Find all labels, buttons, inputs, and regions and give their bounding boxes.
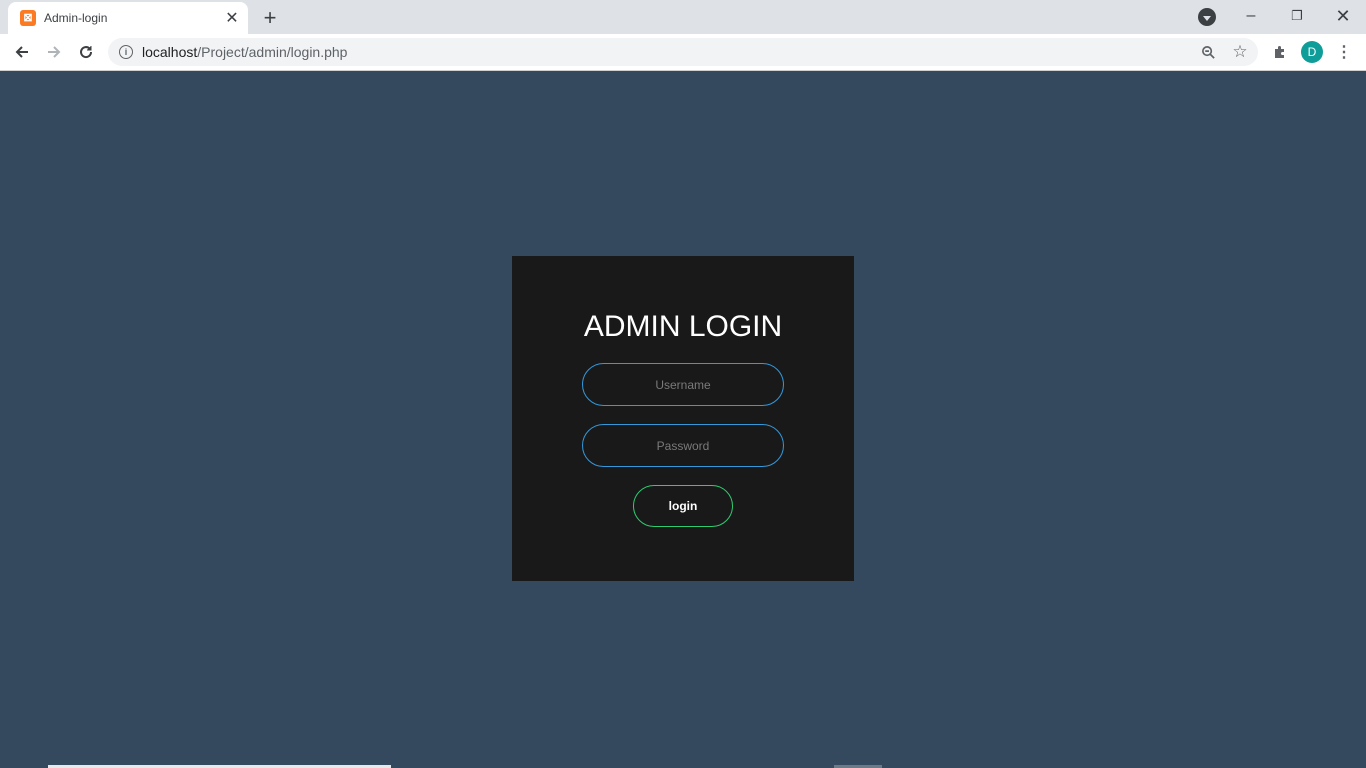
- tab-title: Admin-login: [44, 11, 108, 25]
- extensions-icon[interactable]: [1266, 38, 1294, 66]
- site-info-icon[interactable]: i: [119, 45, 133, 59]
- password-input[interactable]: [582, 424, 784, 467]
- url-text: localhost/Project/admin/login.php: [142, 44, 347, 60]
- tab-strip: ⊠ Admin-login ✕ + – ❐ ✕: [0, 0, 1366, 34]
- tab-search-icon[interactable]: [1198, 8, 1216, 26]
- menu-kebab-icon[interactable]: ⋮: [1330, 38, 1358, 66]
- tab-close-icon[interactable]: ✕: [222, 8, 242, 28]
- forward-icon[interactable]: [40, 38, 68, 66]
- url-path: /Project/admin/login.php: [197, 44, 348, 60]
- bookmark-star-icon[interactable]: ☆: [1230, 42, 1250, 62]
- address-bar[interactable]: i localhost/Project/admin/login.php ☆: [108, 38, 1258, 66]
- new-tab-button[interactable]: +: [258, 5, 282, 30]
- username-input[interactable]: [582, 363, 784, 406]
- page-title: ADMIN LOGIN: [583, 310, 783, 343]
- reload-icon[interactable]: [72, 38, 100, 66]
- back-icon[interactable]: [8, 38, 36, 66]
- login-card: ADMIN LOGIN login: [512, 256, 854, 581]
- url-host: localhost: [142, 44, 198, 60]
- close-window-icon[interactable]: ✕: [1328, 4, 1358, 28]
- minimize-icon[interactable]: –: [1236, 4, 1266, 28]
- profile-avatar[interactable]: D: [1301, 41, 1323, 63]
- login-button[interactable]: login: [633, 485, 733, 527]
- browser-toolbar: i localhost/Project/admin/login.php ☆ D …: [0, 34, 1366, 71]
- xampp-icon: ⊠: [20, 10, 36, 26]
- restore-icon[interactable]: ❐: [1282, 4, 1312, 28]
- zoom-icon[interactable]: [1198, 42, 1218, 62]
- browser-tab[interactable]: ⊠ Admin-login ✕: [8, 2, 248, 34]
